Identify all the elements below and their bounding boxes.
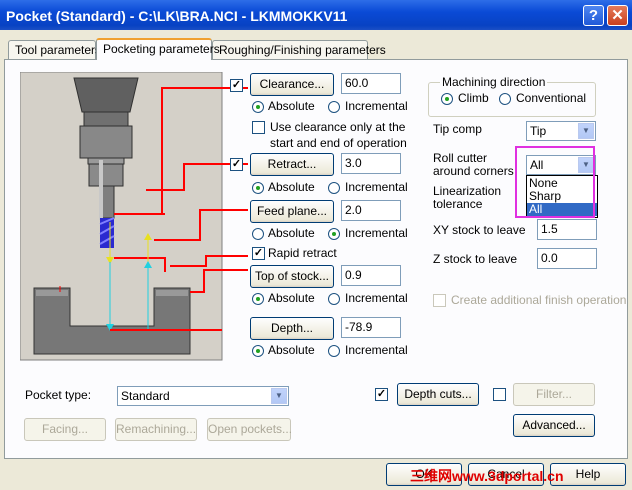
- retract-button[interactable]: Retract...: [250, 153, 334, 176]
- feed-plane-absolute-radio[interactable]: [252, 228, 264, 240]
- machining-direction-title: Machining direction: [440, 75, 548, 89]
- highlight-box: [515, 146, 595, 218]
- pocket-type-label: Pocket type:: [25, 388, 92, 402]
- conventional-label: Conventional: [516, 91, 587, 105]
- roll-cutter-label-1: Roll cutter: [433, 151, 488, 165]
- linearization-label-1: Linearization: [433, 184, 502, 198]
- rapid-retract-label: Rapid retract: [268, 246, 337, 260]
- depth-absolute-radio[interactable]: [252, 345, 264, 357]
- feed-plane-input[interactable]: 2.0: [341, 200, 401, 221]
- depth-incremental-radio[interactable]: [328, 345, 340, 357]
- tab-tool-parameters[interactable]: Tool parameters: [8, 40, 101, 59]
- clearance-only-checkbox[interactable]: [252, 121, 265, 134]
- pocket-type-select[interactable]: Standard ▼: [117, 386, 289, 406]
- tab-roughing-finishing[interactable]: Roughing/Finishing parameters: [212, 40, 386, 59]
- clearance-only-label-2: start and end of operation: [270, 136, 407, 150]
- chevron-down-icon: ▼: [271, 388, 287, 404]
- top-of-stock-input[interactable]: 0.9: [341, 265, 401, 286]
- chevron-down-icon: ▼: [578, 123, 594, 139]
- feed-plane-button[interactable]: Feed plane...: [250, 200, 334, 223]
- advanced-button[interactable]: Advanced...: [513, 414, 595, 437]
- tip-comp-select[interactable]: Tip ▼: [526, 121, 596, 141]
- depth-absolute-label: Absolute: [268, 343, 315, 357]
- retract-checkbox[interactable]: ✓: [230, 158, 243, 171]
- close-title-button[interactable]: ✕: [607, 5, 628, 26]
- filter-button[interactable]: Filter...: [513, 383, 595, 406]
- top-of-stock-absolute-radio[interactable]: [252, 293, 264, 305]
- window-title: Pocket (Standard) - C:\LK\BRA.NCI - LKMM…: [6, 8, 348, 24]
- pocket-type-value: Standard: [121, 389, 170, 403]
- clearance-incremental-label: Incremental: [345, 99, 408, 113]
- help-title-button[interactable]: ?: [583, 5, 604, 26]
- create-finish-checkbox[interactable]: [433, 294, 446, 307]
- top-of-stock-incremental-radio[interactable]: [328, 293, 340, 305]
- xy-stock-input[interactable]: 1.5: [537, 219, 597, 240]
- remachining-button[interactable]: Remachining...: [115, 418, 197, 441]
- retract-absolute-label: Absolute: [268, 180, 315, 194]
- linearization-label-2: tolerance: [433, 197, 483, 211]
- leader-lines-lower: [190, 269, 248, 293]
- clearance-only-label-1: Use clearance only at the: [270, 120, 406, 134]
- facing-button[interactable]: Facing...: [24, 418, 106, 441]
- clearance-input[interactable]: 60.0: [341, 73, 401, 94]
- title-bar: Pocket (Standard) - C:\LK\BRA.NCI - LKMM…: [0, 0, 632, 30]
- clearance-absolute-radio[interactable]: [252, 101, 264, 113]
- depth-incremental-label: Incremental: [345, 343, 408, 357]
- clearance-incremental-radio[interactable]: [328, 101, 340, 113]
- tip-comp-label: Tip comp: [433, 122, 482, 136]
- clearance-checkbox[interactable]: ✓: [230, 79, 243, 92]
- depth-input[interactable]: -78.9: [341, 317, 401, 338]
- depth-button[interactable]: Depth...: [250, 317, 334, 340]
- open-pockets-button[interactable]: Open pockets...: [207, 418, 292, 441]
- z-stock-label: Z stock to leave: [433, 252, 518, 266]
- top-of-stock-incremental-label: Incremental: [345, 291, 408, 305]
- clearance-button[interactable]: Clearance...: [250, 73, 334, 96]
- depth-cuts-checkbox[interactable]: ✓: [375, 388, 388, 401]
- tab-pocketing-parameters[interactable]: Pocketing parameters: [96, 38, 220, 60]
- xy-stock-label: XY stock to leave: [433, 223, 526, 237]
- depth-cuts-button[interactable]: Depth cuts...: [397, 383, 479, 406]
- top-of-stock-button[interactable]: Top of stock...: [250, 265, 334, 288]
- feed-plane-incremental-label: Incremental: [345, 226, 408, 240]
- clearance-absolute-label: Absolute: [268, 99, 315, 113]
- retract-incremental-radio[interactable]: [328, 182, 340, 194]
- retract-incremental-label: Incremental: [345, 180, 408, 194]
- roll-cutter-label-2: around corners: [433, 164, 514, 178]
- watermark: 三维网www.3dportal.cn: [410, 468, 564, 484]
- tip-comp-value: Tip: [530, 124, 547, 138]
- feed-plane-incremental-radio[interactable]: [328, 228, 340, 240]
- filter-checkbox[interactable]: [493, 388, 506, 401]
- rapid-retract-checkbox[interactable]: ✓: [252, 247, 265, 260]
- z-stock-input[interactable]: 0.0: [537, 248, 597, 269]
- create-finish-label: Create additional finish operation: [451, 293, 627, 307]
- retract-absolute-radio[interactable]: [252, 182, 264, 194]
- retract-input[interactable]: 3.0: [341, 153, 401, 174]
- feed-plane-absolute-label: Absolute: [268, 226, 315, 240]
- leader-lines: [142, 87, 248, 267]
- top-of-stock-absolute-label: Absolute: [268, 291, 315, 305]
- climb-radio[interactable]: [441, 93, 453, 105]
- climb-label: Climb: [458, 91, 489, 105]
- conventional-radio[interactable]: [499, 93, 511, 105]
